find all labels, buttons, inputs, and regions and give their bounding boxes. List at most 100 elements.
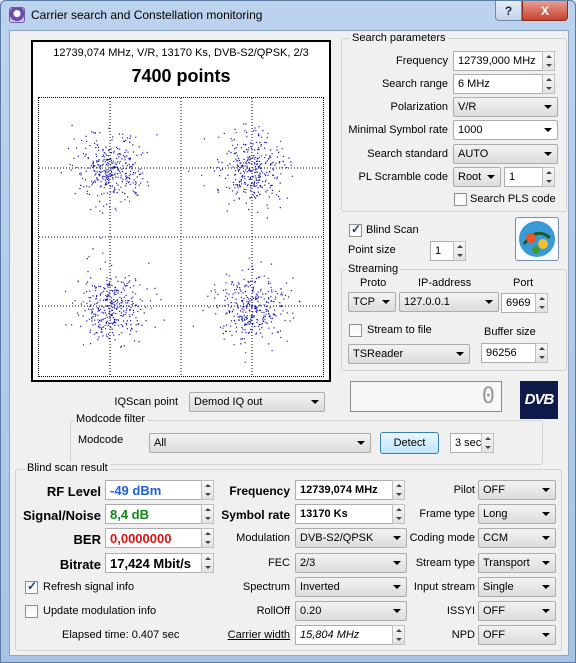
- pl-scramble-spinner[interactable]: [542, 167, 555, 187]
- update-modulation-info-checkbox[interactable]: [25, 605, 38, 618]
- modcode-value: All: [154, 437, 167, 449]
- issyi-label: ISSYI: [446, 605, 475, 617]
- satellite-dish-icon[interactable]: [515, 217, 559, 261]
- coding-mode-select[interactable]: CCM: [478, 528, 556, 548]
- buffer-size-spinner[interactable]: [535, 343, 548, 363]
- ber-value: 0,0000000: [105, 528, 202, 548]
- ip-address-select[interactable]: 127.0.0.1: [399, 292, 499, 312]
- blind-scan-result-title: Blind scan result: [25, 462, 110, 474]
- chevron-down-icon: [311, 400, 319, 404]
- input-stream-value: Single: [483, 581, 514, 593]
- stream-type-value: Transport: [483, 557, 530, 569]
- point-size-spinner[interactable]: [453, 241, 466, 261]
- stream-to-file-checkbox[interactable]: [349, 324, 362, 337]
- frequency-input[interactable]: 12739,000 MHz: [453, 51, 543, 71]
- chevron-down-icon: [357, 441, 365, 445]
- close-button[interactable]: X: [522, 1, 568, 21]
- stream-type-select[interactable]: Transport: [478, 553, 556, 573]
- modulation-select[interactable]: DVB-S2/QPSK: [295, 528, 407, 548]
- reader-select[interactable]: TSReader: [348, 344, 470, 364]
- blind-scan-checkbox[interactable]: [349, 222, 362, 237]
- port-spinner[interactable]: [535, 293, 548, 313]
- issyi-value: OFF: [483, 605, 505, 617]
- search-range-spinner[interactable]: [542, 74, 555, 94]
- fec-select[interactable]: 2/3: [295, 553, 407, 573]
- chevron-down-icon: [393, 609, 401, 613]
- proto-label: Proto: [360, 277, 387, 289]
- rf-level-value: -49 dBm: [105, 480, 202, 500]
- detect-duration-input[interactable]: 3 sec: [450, 433, 482, 453]
- result-frequency-label: Frequency: [229, 484, 290, 498]
- chevron-down-icon: [544, 128, 552, 132]
- ip-address-value: 127.0.0.1: [404, 296, 450, 308]
- chevron-down-icon: [485, 300, 493, 304]
- chevron-down-icon: [542, 585, 550, 589]
- blind-scan-label: Blind Scan: [366, 224, 419, 236]
- chevron-down-icon: [542, 561, 550, 565]
- chevron-down-icon: [382, 300, 390, 304]
- pl-scramble-label: PL Scramble code: [358, 171, 448, 183]
- update-modulation-info-label: Update modulation info: [43, 605, 157, 617]
- chevron-down-icon: [393, 536, 401, 540]
- pl-scramble-type-select[interactable]: Root: [453, 167, 501, 187]
- help-button[interactable]: ?: [495, 1, 522, 21]
- chevron-down-icon: [542, 488, 550, 492]
- modcode-select[interactable]: All: [149, 433, 371, 453]
- npd-value: OFF: [483, 629, 505, 641]
- rolloff-select[interactable]: 0.20: [295, 601, 407, 621]
- chevron-down-icon: [487, 175, 495, 179]
- search-standard-select[interactable]: AUTO: [453, 144, 558, 164]
- result-frequency-value: 12739,074 MHz: [295, 480, 393, 500]
- chevron-down-icon: [544, 105, 552, 109]
- polarization-select[interactable]: V/R: [453, 97, 558, 117]
- point-size-input[interactable]: 1: [430, 241, 454, 261]
- spectrum-select[interactable]: Inverted: [295, 577, 407, 597]
- min-symbol-rate-select[interactable]: 1000: [453, 120, 558, 140]
- search-range-label: Search range: [381, 78, 448, 90]
- symbol-rate-value: 13170 Ks: [295, 504, 393, 524]
- pilot-select[interactable]: OFF: [478, 480, 556, 500]
- proto-value: TCP: [353, 296, 375, 308]
- chevron-down-icon: [456, 352, 464, 356]
- iqscan-label: IQScan point: [114, 396, 178, 408]
- iqscan-value: Demod IQ out: [194, 396, 263, 408]
- input-stream-select[interactable]: Single: [478, 577, 556, 597]
- port-input[interactable]: 6969: [501, 293, 536, 313]
- port-label: Port: [513, 277, 534, 289]
- carrier-width-link[interactable]: Carrier width: [210, 629, 290, 641]
- result-frequency-spinner[interactable]: [392, 480, 405, 500]
- buffer-size-input[interactable]: 96256: [481, 343, 536, 363]
- chevron-down-icon: [542, 512, 550, 516]
- ber-label: BER: [73, 532, 101, 547]
- min-symbol-rate-value: 1000: [458, 124, 483, 136]
- symbol-rate-label: Symbol rate: [221, 508, 290, 522]
- app-icon: [9, 7, 25, 23]
- npd-select[interactable]: OFF: [478, 625, 556, 645]
- pl-scramble-code-input[interactable]: 1: [504, 167, 543, 187]
- stream-type-label: Stream type: [415, 557, 475, 569]
- coding-mode-label: Coding mode: [409, 532, 475, 544]
- search-range-input[interactable]: 6 MHz: [453, 74, 543, 94]
- refresh-signal-info-checkbox[interactable]: [25, 579, 38, 594]
- chevron-down-icon: [542, 536, 550, 540]
- carrier-width-spinner[interactable]: [392, 625, 405, 645]
- frequency-label: Frequency: [396, 55, 448, 67]
- search-pls-checkbox[interactable]: [454, 193, 467, 206]
- frequency-spinner[interactable]: [542, 51, 555, 71]
- constellation-panel: 12739,074 MHz, V/R, 13170 Ks, DVB-S2/QPS…: [31, 40, 331, 382]
- issyi-select[interactable]: OFF: [478, 601, 556, 621]
- modcode-label: Modcode: [78, 434, 124, 446]
- frame-type-value: Long: [483, 508, 508, 520]
- fec-value: 2/3: [300, 557, 316, 569]
- spectrum-label: Spectrum: [242, 581, 290, 593]
- detect-button[interactable]: Detect: [380, 432, 439, 454]
- iqscan-select[interactable]: Demod IQ out: [189, 392, 325, 412]
- frame-type-select[interactable]: Long: [478, 504, 556, 524]
- proto-select[interactable]: TCP: [348, 292, 396, 312]
- npd-label: NPD: [451, 629, 475, 641]
- symbol-rate-spinner[interactable]: [392, 504, 405, 524]
- detect-duration-spinner[interactable]: [481, 433, 494, 453]
- constellation-info: 12739,074 MHz, V/R, 13170 Ks, DVB-S2/QPS…: [53, 47, 309, 59]
- input-stream-label: Input stream: [413, 581, 475, 593]
- search-parameters-title: Search parameters: [350, 32, 448, 44]
